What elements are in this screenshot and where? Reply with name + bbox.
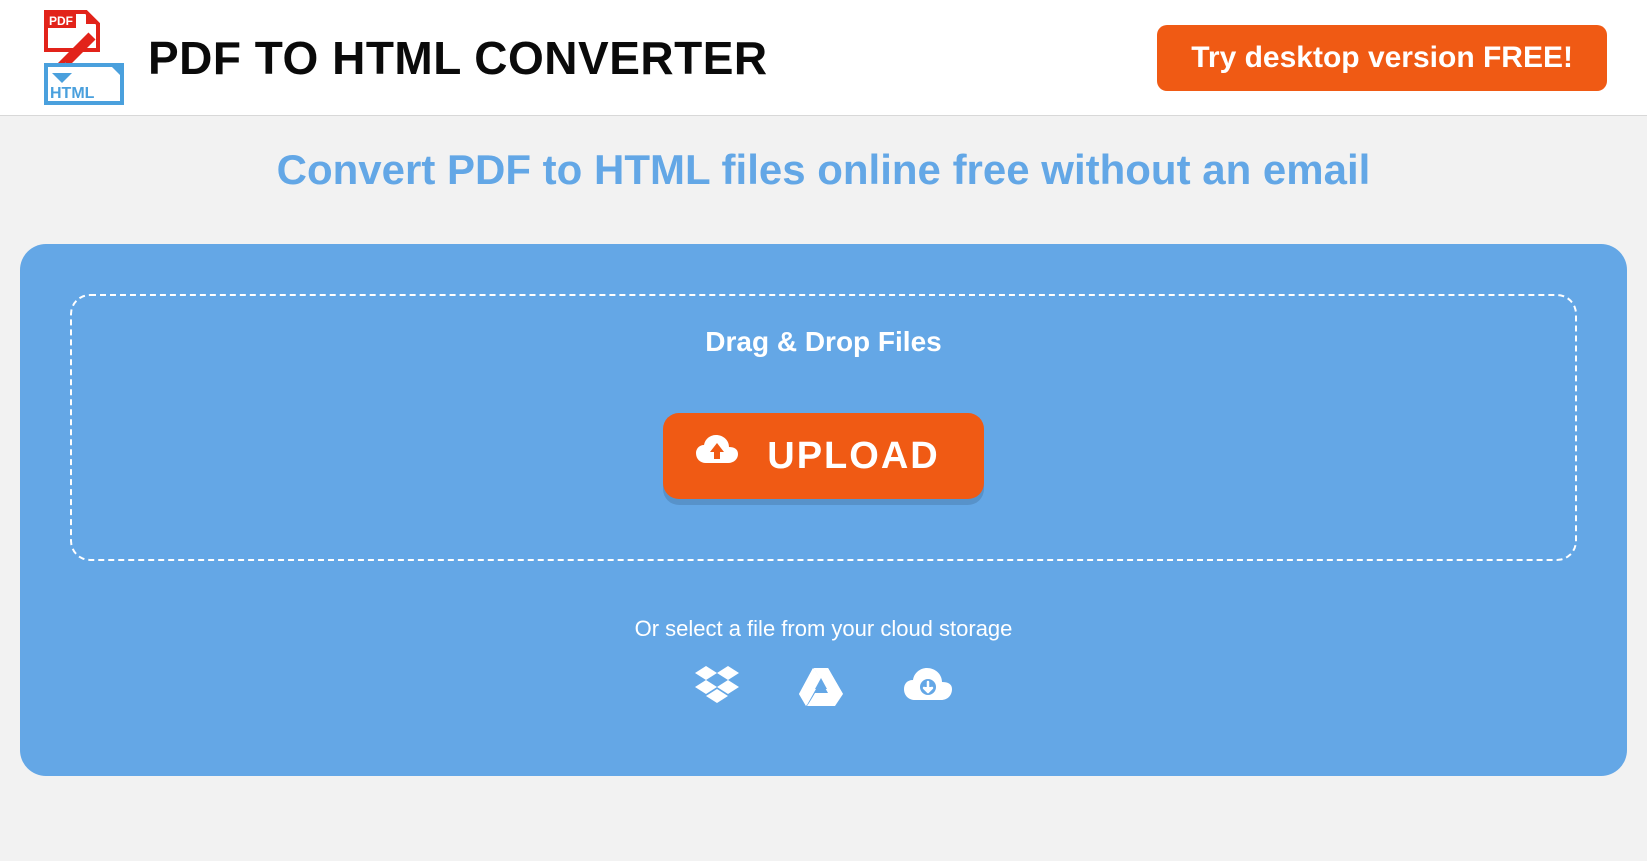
subtitle: Convert PDF to HTML files online free wi… xyxy=(20,146,1627,194)
cloud-storage-icons xyxy=(70,666,1577,706)
pdf-to-html-logo-icon: PDF HTML xyxy=(40,10,130,105)
cloud-download-icon[interactable] xyxy=(903,666,953,706)
svg-text:HTML: HTML xyxy=(50,85,95,102)
upload-button-label: UPLOAD xyxy=(767,435,939,478)
svg-text:PDF: PDF xyxy=(49,14,73,28)
header: PDF HTML PDF TO HTML CONVERTER Try deskt… xyxy=(0,0,1647,116)
dropzone-panel: Drag & Drop Files UPLOAD Or select a fil… xyxy=(20,244,1627,776)
dropbox-icon[interactable] xyxy=(695,666,739,706)
cloud-storage-section: Or select a file from your cloud storage xyxy=(70,616,1577,706)
page-title: PDF TO HTML CONVERTER xyxy=(148,31,768,85)
google-drive-icon[interactable] xyxy=(799,666,843,706)
header-left: PDF HTML PDF TO HTML CONVERTER xyxy=(40,10,768,105)
cloud-upload-icon xyxy=(695,433,739,479)
dropzone-label: Drag & Drop Files xyxy=(92,326,1555,358)
file-dropzone[interactable]: Drag & Drop Files UPLOAD xyxy=(70,294,1577,561)
cloud-storage-label: Or select a file from your cloud storage xyxy=(70,616,1577,642)
upload-button[interactable]: UPLOAD xyxy=(663,413,983,499)
main: Convert PDF to HTML files online free wi… xyxy=(0,116,1647,816)
try-desktop-button[interactable]: Try desktop version FREE! xyxy=(1157,25,1607,91)
